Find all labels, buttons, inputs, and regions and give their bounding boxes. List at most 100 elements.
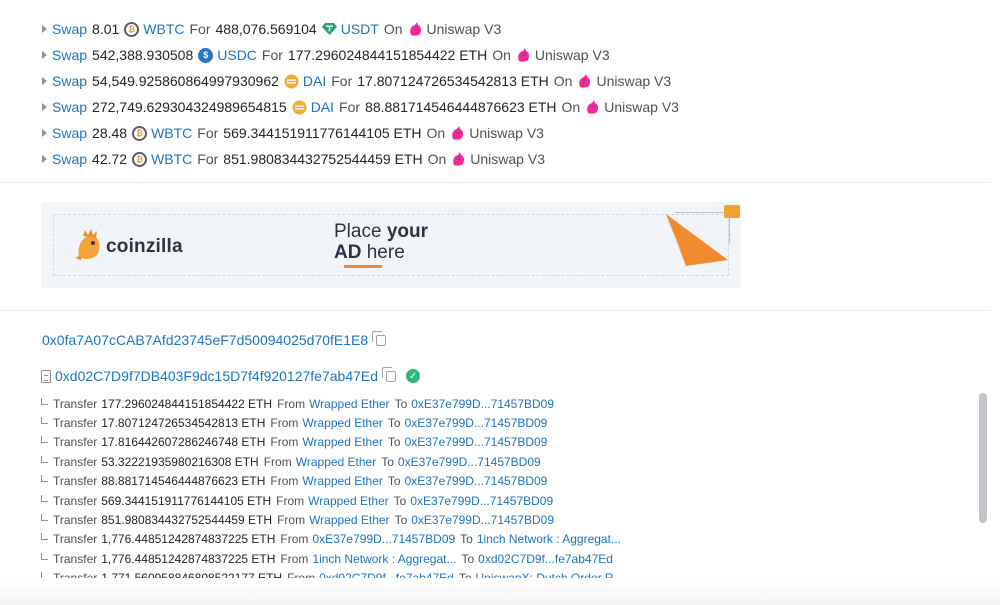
to-label: To (387, 416, 401, 431)
expand-caret-icon[interactable] (42, 25, 47, 33)
expand-caret-icon[interactable] (42, 77, 47, 85)
scrollbar-thumb[interactable] (979, 393, 987, 523)
swap-action-link[interactable]: Swap (52, 151, 87, 167)
token-in-link[interactable]: DAI (303, 73, 326, 89)
dex-name: Uniswap V3 (469, 125, 544, 141)
divider (0, 182, 990, 183)
ad-banner[interactable]: coinzilla Place your AD here (41, 202, 741, 288)
from-label: From (276, 493, 305, 508)
transfer-label: Transfer (53, 551, 98, 566)
transfer-amount: 569.344151911776144105 ETH (101, 493, 272, 508)
tree-elbow-icon (41, 417, 48, 425)
to-label: To (387, 474, 401, 489)
transfer-from-link[interactable]: Wrapped Ether (302, 416, 383, 430)
from-label: From (287, 571, 315, 578)
swap-amount-out: 177.296024844151854422 ETH (287, 47, 488, 63)
ad-text-place: Place (334, 221, 387, 242)
to-label: To (394, 513, 408, 528)
from-address-link[interactable]: 0x0fa7A07cCAB7Afd23745eF7d50094025d70fE1… (42, 332, 368, 348)
swap-amount-in: 54,549.925860864997930962 (92, 73, 279, 89)
copy-icon[interactable] (382, 366, 397, 382)
transfer-row: Transfer 88.881714546444876623 ETH From Wra… (41, 472, 941, 491)
on-label: On (561, 99, 581, 115)
transfer-from-link[interactable]: Wrapped Ether (308, 494, 389, 508)
coinzilla-mascot-icon (75, 229, 100, 260)
contract-address-link[interactable]: 0xd02C7D9f7DB403F9dc15D7f4f920127fe7ab47… (55, 368, 378, 384)
token-in-link[interactable]: WBTC (151, 125, 192, 141)
swap-row: Swap 28.48 ₿ WBTC For 569.344151911776144105 … (41, 120, 941, 146)
swap-list: Swap 8.01 ₿ WBTC For 488,076.569104 USDT On Unis… (41, 16, 941, 172)
transfer-from-link[interactable]: Wrapped Ether (309, 513, 390, 527)
transfer-to-link[interactable]: 0xE37e799D...71457BD09 (410, 494, 553, 508)
expand-caret-icon[interactable] (42, 155, 47, 163)
swap-row: Swap 54,549.925860864997930962 DAI For 17.80… (41, 68, 941, 94)
token-in-link[interactable]: WBTC (143, 21, 184, 37)
swap-amount-out: 488,076.569104 (215, 21, 317, 37)
swap-action-link[interactable]: Swap (52, 99, 87, 115)
transfer-to-link[interactable]: 0xE37e799D...71457BD09 (411, 397, 554, 411)
uniswap-icon (450, 126, 465, 140)
swap-action-link[interactable]: Swap (52, 73, 87, 89)
tree-elbow-icon (41, 533, 48, 541)
verified-check-icon: ✓ (406, 369, 421, 383)
transfer-from-link[interactable]: Wrapped Ether (309, 397, 390, 411)
swap-action-link[interactable]: Swap (52, 21, 87, 37)
ad-close-icon[interactable] (724, 205, 740, 218)
tree-elbow-icon (41, 475, 48, 483)
dai-icon (284, 74, 299, 89)
transfer-from-link[interactable]: 0xE37e799D...71457BD09 (312, 532, 455, 546)
copy-icon[interactable] (372, 330, 387, 346)
transfer-to-link[interactable]: UniswapX: Dutch Order R... (476, 571, 624, 578)
on-label: On (492, 47, 511, 63)
ad-text-here: here (361, 242, 405, 263)
for-label: For (261, 47, 283, 63)
from-label: From (277, 396, 306, 411)
token-out-link[interactable]: USDT (341, 21, 379, 37)
to-label: To (381, 454, 394, 469)
swap-amount-in: 542,388.930508 (92, 47, 194, 63)
token-in-link[interactable]: USDC (217, 47, 257, 63)
transfer-from-link[interactable]: Wrapped Ether (296, 455, 377, 469)
transfer-to-link[interactable]: 0xd02C7D9f...fe7ab47Ed (478, 552, 613, 566)
tree-elbow-icon (41, 514, 48, 522)
swap-action-link[interactable]: Swap (52, 125, 87, 141)
transfer-to-link[interactable]: 0xE37e799D...71457BD09 (405, 416, 548, 430)
transfer-from-link[interactable]: 1inch Network : Aggregat... (312, 552, 456, 566)
transfer-to-link[interactable]: 0xE37e799D...71457BD09 (405, 474, 548, 488)
dex-name: Uniswap V3 (604, 99, 679, 115)
on-label: On (383, 21, 403, 37)
transfer-to-link[interactable]: 0xE37e799D...71457BD09 (405, 435, 548, 449)
transfer-from-link[interactable]: Wrapped Ether (302, 435, 383, 449)
expand-caret-icon[interactable] (42, 103, 47, 111)
transfer-amount: 1,776.44851242874837225 ETH (101, 551, 276, 566)
transfer-row: Transfer 177.296024844151854422 ETH From Wr… (41, 394, 941, 413)
to-label: To (461, 551, 475, 566)
for-label: For (197, 151, 219, 167)
uniswap-icon (451, 152, 466, 166)
contract-address-row: 0xd02C7D9f7DB403F9dc15D7f4f920127fe7ab47… (41, 366, 421, 384)
dex-name: Uniswap V3 (426, 21, 502, 37)
swap-action-link[interactable]: Swap (52, 47, 87, 63)
expand-caret-icon[interactable] (42, 129, 47, 137)
transfer-label: Transfer (53, 513, 98, 528)
swap-amount-in: 42.72 (92, 151, 128, 167)
transfer-to-link[interactable]: 0xE37e799D...71457BD09 (411, 513, 554, 527)
swap-row: Swap 272,749.629304324989654815 DAI For 88.8… (41, 94, 941, 120)
transfer-to-link[interactable]: 1inch Network : Aggregat... (477, 532, 621, 546)
transfer-from-link[interactable]: 0xd02C7D9f...fe7ab47Ed (319, 571, 454, 578)
from-label: From (270, 435, 299, 450)
dex-name: Uniswap V3 (596, 73, 672, 89)
dex-name: Uniswap V3 (470, 151, 545, 167)
swap-amount-out: 17.807124726534542813 ETH (357, 73, 549, 89)
usdc-icon: $ (198, 47, 214, 63)
transfer-label: Transfer (53, 396, 98, 411)
token-in-link[interactable]: WBTC (151, 151, 192, 167)
token-in-link[interactable]: DAI (311, 99, 334, 115)
transfer-to-link[interactable]: 0xE37e799D...71457BD09 (398, 455, 541, 469)
transfer-from-link[interactable]: Wrapped Ether (302, 474, 383, 488)
to-label: To (460, 532, 473, 547)
expand-caret-icon[interactable] (42, 51, 47, 59)
from-label: From (280, 551, 309, 566)
ad-headline: Place your AD here (334, 221, 428, 263)
swap-amount-out: 851.980834432752544459 ETH (223, 151, 423, 167)
